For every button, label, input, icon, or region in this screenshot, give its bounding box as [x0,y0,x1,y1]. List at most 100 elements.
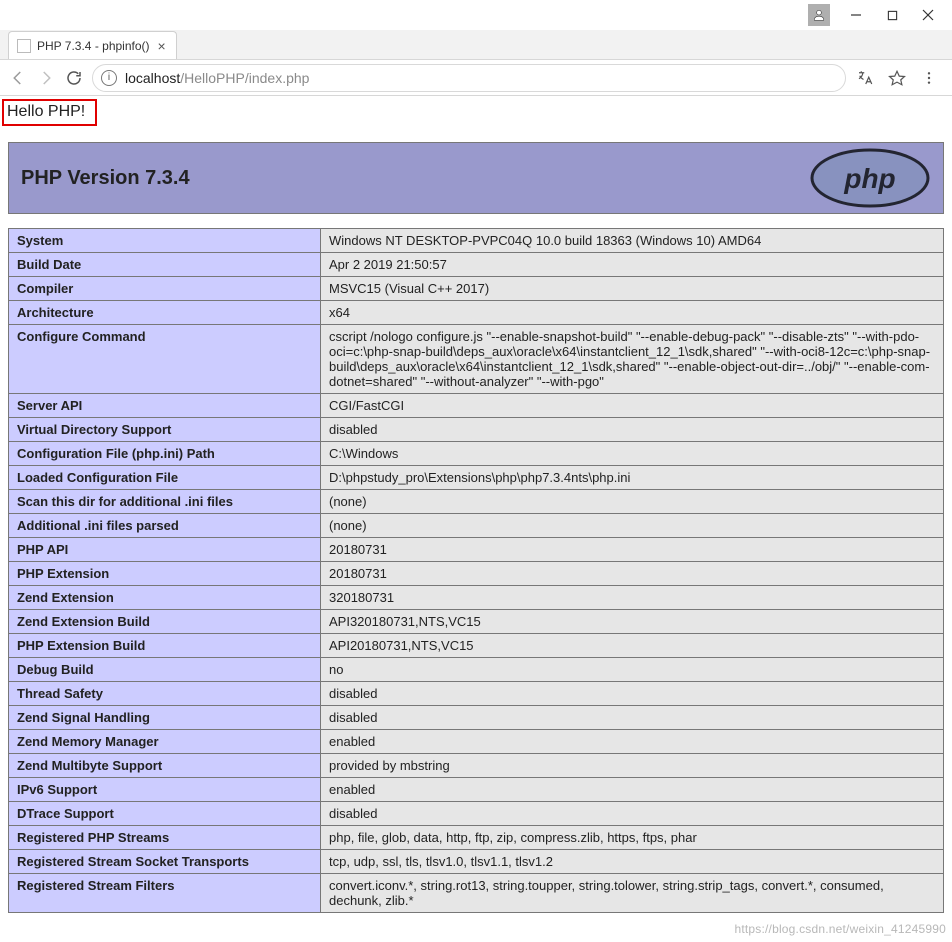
config-key: Loaded Configuration File [9,466,321,490]
close-button[interactable] [910,1,946,29]
translate-icon[interactable] [854,67,876,89]
watermark-text: https://blog.csdn.net/weixin_41245990 [734,922,946,936]
config-value: enabled [321,778,944,802]
table-row: Zend Multibyte Supportprovided by mbstri… [9,754,944,778]
table-row: Configure Commandcscript /nologo configu… [9,325,944,394]
config-value: enabled [321,730,944,754]
url-path: /HelloPHP/index.php [180,70,309,86]
config-value: CGI/FastCGI [321,394,944,418]
config-value: provided by mbstring [321,754,944,778]
config-value: D:\phpstudy_pro\Extensions\php\php7.3.4n… [321,466,944,490]
config-value: disabled [321,682,944,706]
table-row: Debug Buildno [9,658,944,682]
phpinfo-table: SystemWindows NT DESKTOP-PVPC04Q 10.0 bu… [8,228,944,913]
config-value: no [321,658,944,682]
url-host: localhost [125,70,180,86]
config-key: Compiler [9,277,321,301]
config-key: Registered PHP Streams [9,826,321,850]
page-title: PHP Version 7.3.4 [21,167,190,190]
config-key: Zend Signal Handling [9,706,321,730]
table-row: Zend Memory Managerenabled [9,730,944,754]
config-key: Additional .ini files parsed [9,514,321,538]
config-value: cscript /nologo configure.js "--enable-s… [321,325,944,394]
maximize-button[interactable] [874,1,910,29]
config-value: 20180731 [321,538,944,562]
table-row: PHP Extension BuildAPI20180731,NTS,VC15 [9,634,944,658]
config-key: PHP Extension Build [9,634,321,658]
table-row: PHP Extension20180731 [9,562,944,586]
config-value: MSVC15 (Visual C++ 2017) [321,277,944,301]
file-icon [17,39,31,53]
table-row: SystemWindows NT DESKTOP-PVPC04Q 10.0 bu… [9,229,944,253]
phpinfo-container: PHP Version 7.3.4 php SystemWindows NT D… [8,142,944,913]
bookmark-star-icon[interactable] [886,67,908,89]
back-button[interactable] [8,68,28,88]
table-row: Registered Stream Socket Transportstcp, … [9,850,944,874]
config-value: php, file, glob, data, http, ftp, zip, c… [321,826,944,850]
minimize-button[interactable] [838,1,874,29]
config-value: disabled [321,418,944,442]
hello-text: Hello PHP! [2,99,97,126]
config-value: (none) [321,490,944,514]
table-row: Additional .ini files parsed(none) [9,514,944,538]
page-viewport[interactable]: Hello PHP! PHP Version 7.3.4 php SystemW… [0,96,952,942]
config-value: disabled [321,802,944,826]
table-row: Scan this dir for additional .ini files(… [9,490,944,514]
table-row: Registered Stream Filtersconvert.iconv.*… [9,874,944,913]
config-value: convert.iconv.*, string.rot13, string.to… [321,874,944,913]
config-key: Registered Stream Socket Transports [9,850,321,874]
config-key: Architecture [9,301,321,325]
config-key: Debug Build [9,658,321,682]
config-value: 20180731 [321,562,944,586]
tab-title: PHP 7.3.4 - phpinfo() [37,39,150,53]
menu-icon[interactable] [918,67,940,89]
window-titlebar [0,0,952,30]
config-key: Thread Safety [9,682,321,706]
table-row: Configuration File (php.ini) PathC:\Wind… [9,442,944,466]
tab-strip: PHP 7.3.4 - phpinfo() × [0,30,952,60]
config-key: PHP Extension [9,562,321,586]
browser-tab[interactable]: PHP 7.3.4 - phpinfo() × [8,31,177,59]
svg-text:php: php [843,163,895,194]
table-row: Zend Extension320180731 [9,586,944,610]
config-key: Zend Memory Manager [9,730,321,754]
config-key: Server API [9,394,321,418]
config-key: Configure Command [9,325,321,394]
table-row: Build DateApr 2 2019 21:50:57 [9,253,944,277]
table-row: Thread Safetydisabled [9,682,944,706]
config-key: Zend Extension [9,586,321,610]
config-key: Zend Extension Build [9,610,321,634]
table-row: Zend Extension BuildAPI320180731,NTS,VC1… [9,610,944,634]
config-key: Build Date [9,253,321,277]
config-key: Configuration File (php.ini) Path [9,442,321,466]
table-row: Registered PHP Streamsphp, file, glob, d… [9,826,944,850]
config-key: IPv6 Support [9,778,321,802]
config-value: 320180731 [321,586,944,610]
table-row: CompilerMSVC15 (Visual C++ 2017) [9,277,944,301]
close-tab-icon[interactable]: × [158,39,166,53]
config-value: disabled [321,706,944,730]
config-key: Zend Multibyte Support [9,754,321,778]
php-logo: php [809,148,931,208]
table-row: Virtual Directory Supportdisabled [9,418,944,442]
php-header: PHP Version 7.3.4 php [8,142,944,214]
config-value: (none) [321,514,944,538]
reload-button[interactable] [64,68,84,88]
table-row: IPv6 Supportenabled [9,778,944,802]
config-value: Windows NT DESKTOP-PVPC04Q 10.0 build 18… [321,229,944,253]
table-row: Architecturex64 [9,301,944,325]
forward-button[interactable] [36,68,56,88]
table-row: PHP API20180731 [9,538,944,562]
config-value: C:\Windows [321,442,944,466]
config-value: x64 [321,301,944,325]
site-info-icon[interactable]: i [101,70,117,86]
table-row: Zend Signal Handlingdisabled [9,706,944,730]
config-value: Apr 2 2019 21:50:57 [321,253,944,277]
account-icon[interactable] [808,4,830,26]
table-row: Server APICGI/FastCGI [9,394,944,418]
table-row: Loaded Configuration FileD:\phpstudy_pro… [9,466,944,490]
config-key: DTrace Support [9,802,321,826]
config-value: tcp, udp, ssl, tls, tlsv1.0, tlsv1.1, tl… [321,850,944,874]
omnibox[interactable]: i localhost/HelloPHP/index.php [92,64,846,92]
config-key: Virtual Directory Support [9,418,321,442]
